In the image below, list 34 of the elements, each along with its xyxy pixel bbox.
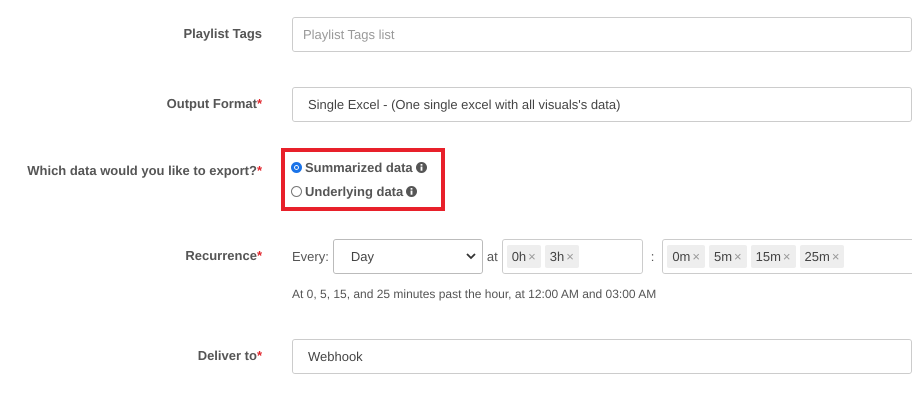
tag: 25m×	[800, 245, 844, 268]
tag: 0h×	[506, 245, 541, 268]
field-label: Recurrence*	[185, 248, 262, 263]
chevron-icon	[466, 253, 476, 260]
remove-icon[interactable]: ×	[528, 249, 536, 264]
field-label: Output Format*	[166, 96, 262, 111]
option-label: Summarized data	[305, 160, 413, 175]
info-icon[interactable]	[406, 186, 418, 197]
every-label: Every:	[292, 249, 329, 264]
separator: :	[650, 249, 654, 264]
tag-input[interactable]: 0m× 5m× 15m× 25m×	[662, 239, 912, 274]
field-label: Playlist Tags	[183, 26, 262, 41]
tag: 0m×	[667, 245, 705, 268]
field-label: Which data would you like to export?*	[27, 163, 262, 178]
radio-button[interactable]	[291, 162, 302, 173]
tag-input[interactable]: 0h× 3h×	[502, 239, 643, 274]
tag: 5m×	[708, 245, 747, 268]
remove-icon[interactable]: ×	[692, 249, 700, 264]
tag: 15m×	[750, 245, 796, 268]
input-field[interactable]: Playlist Tags list	[292, 17, 912, 52]
remove-icon[interactable]: ×	[782, 249, 791, 264]
info-icon[interactable]	[416, 162, 427, 173]
remove-icon[interactable]: ×	[832, 249, 840, 264]
option-label: Underlying data	[305, 184, 404, 199]
field-label: Deliver to*	[198, 348, 262, 363]
at-label: at	[486, 249, 498, 264]
period-select[interactable]: Day	[332, 239, 483, 274]
recurrence-summary: At 0, 5, 15, and 25 minutes past the hour, at 12:00 AM and 03:00 AM	[292, 287, 658, 301]
radio-button[interactable]	[291, 186, 302, 197]
tag: 3h×	[544, 245, 579, 268]
remove-icon[interactable]: ×	[566, 249, 574, 264]
remove-icon[interactable]: ×	[734, 249, 742, 264]
select-field[interactable]: Webhook	[292, 339, 912, 374]
select-field[interactable]: Single Excel - (One single excel with all visuals's data)	[292, 87, 912, 122]
